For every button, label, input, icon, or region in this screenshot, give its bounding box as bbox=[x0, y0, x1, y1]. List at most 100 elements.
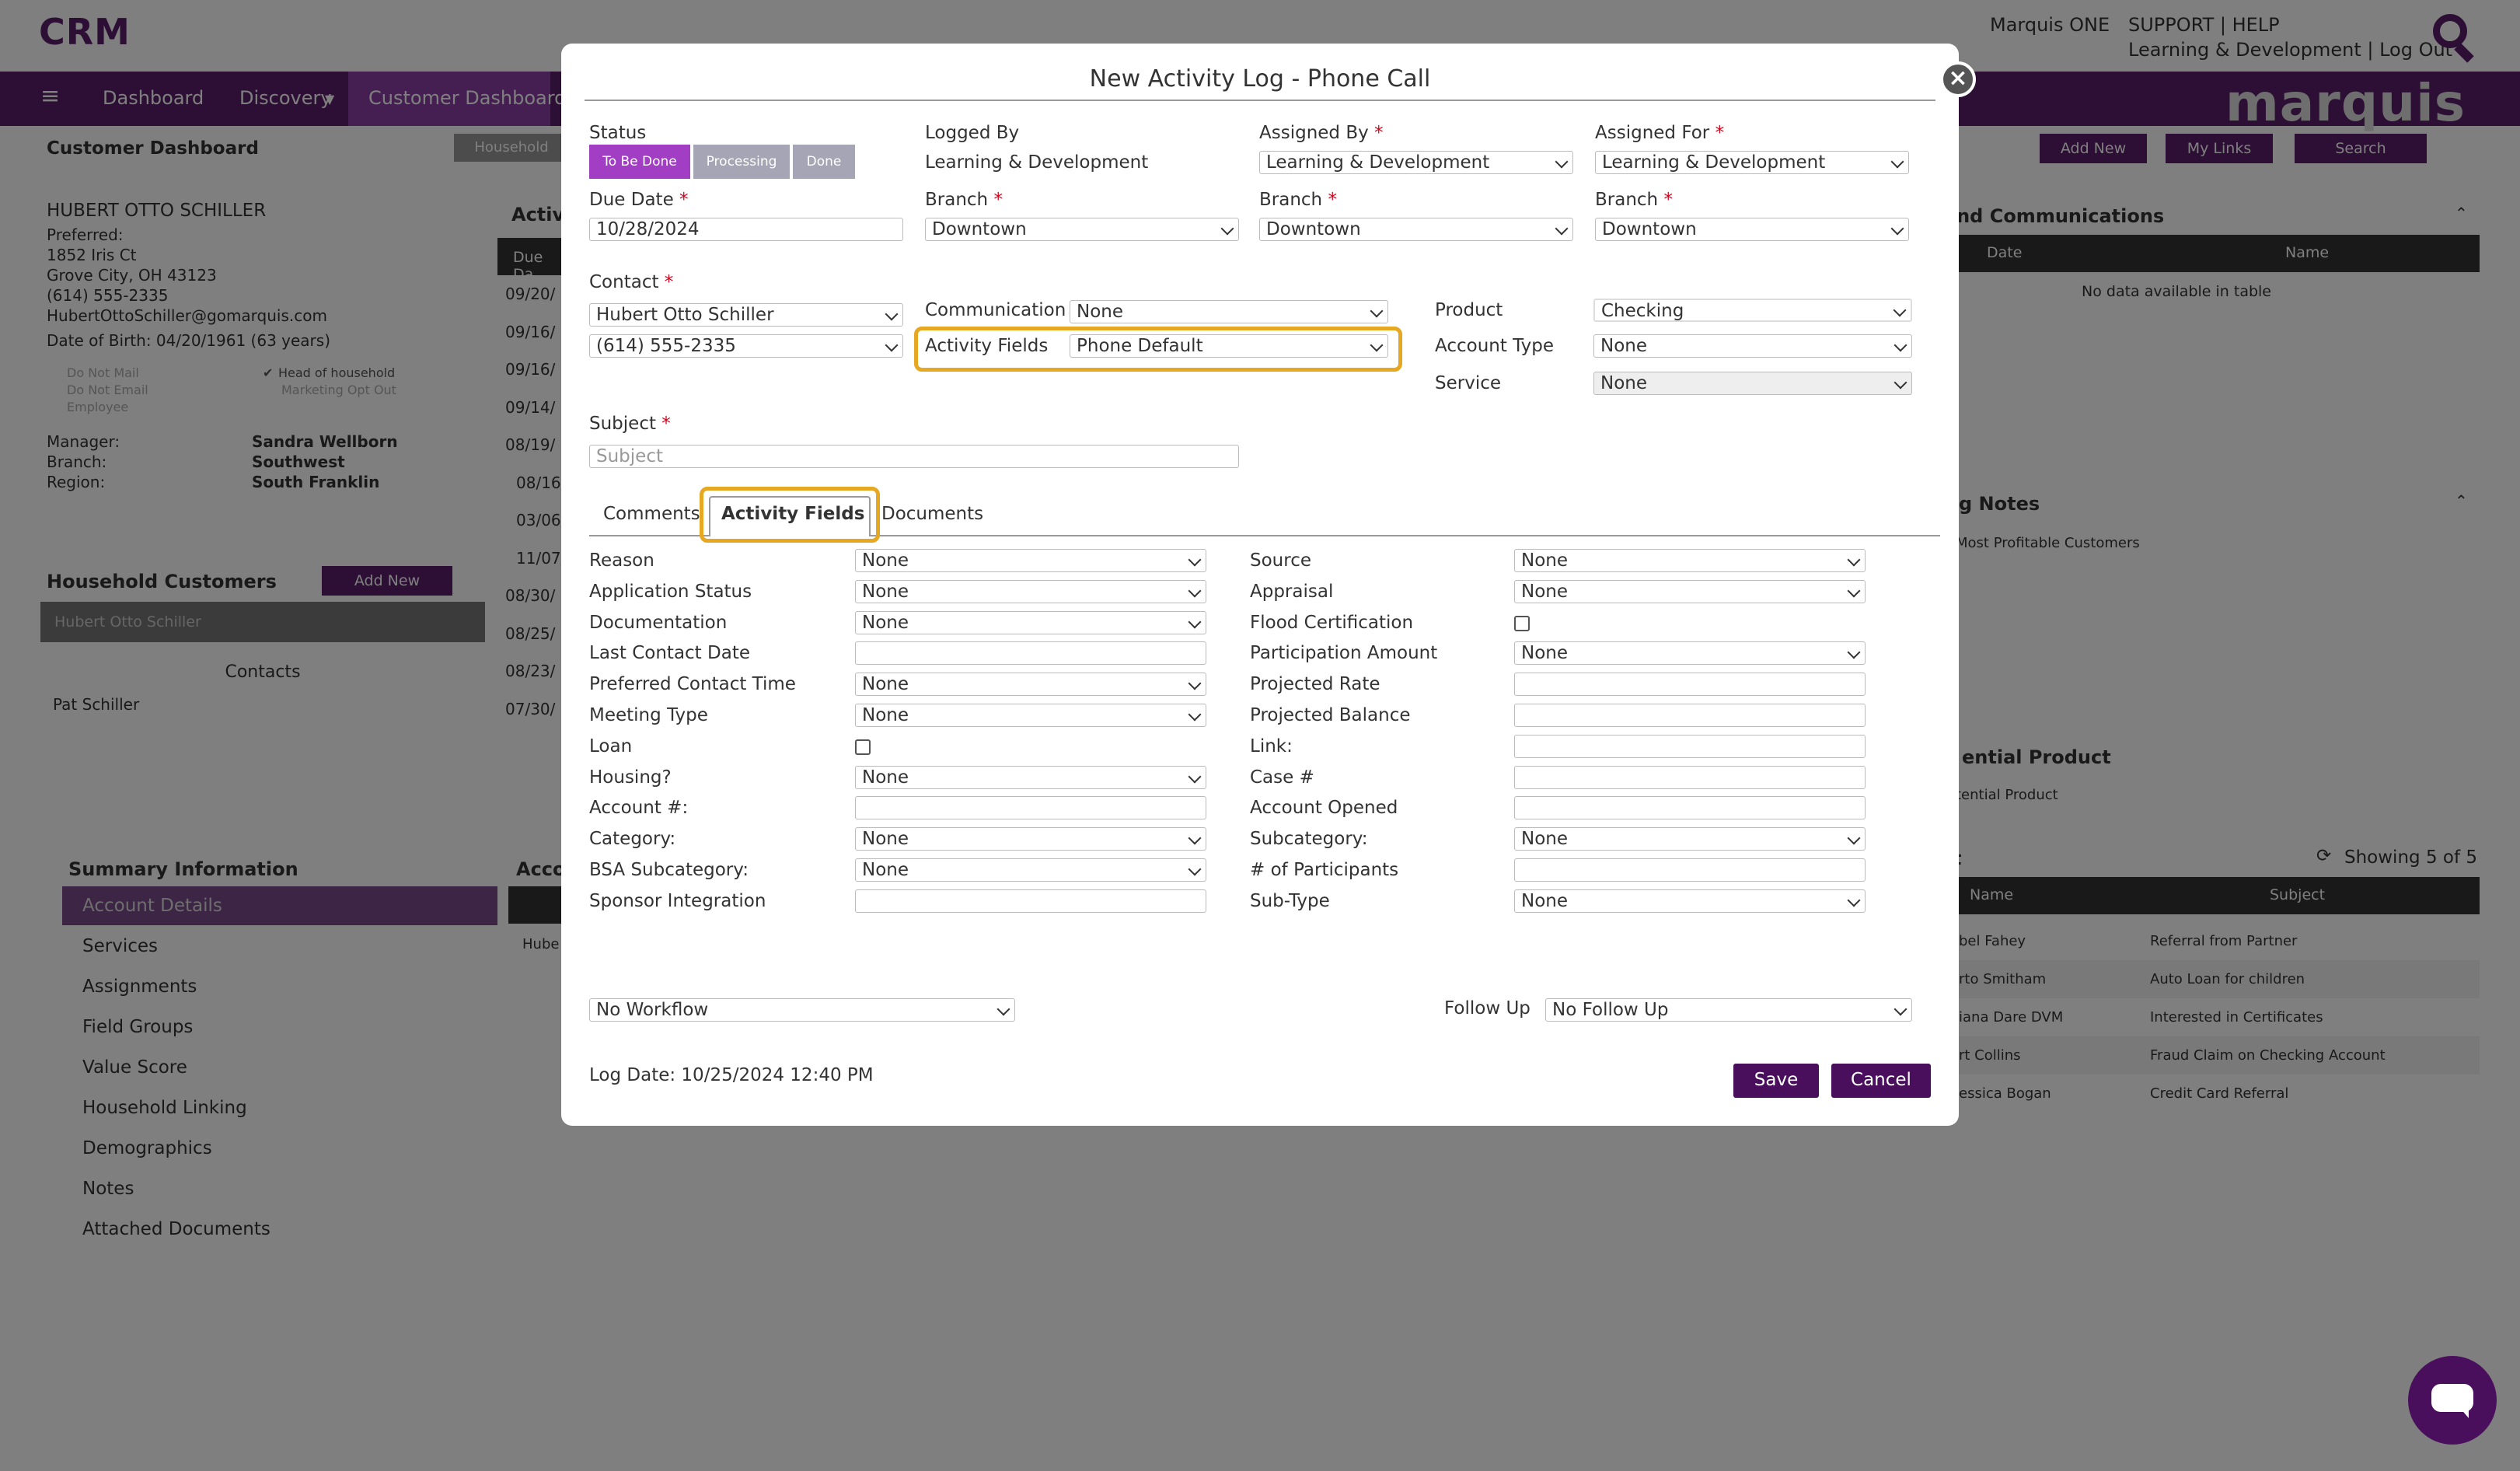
field-select[interactable]: None bbox=[855, 549, 1206, 572]
field-label: Reason bbox=[589, 550, 654, 571]
field-label: Projected Balance bbox=[1250, 705, 1411, 725]
activity-fields-select[interactable]: Phone Default bbox=[1070, 334, 1388, 358]
field-input[interactable] bbox=[1514, 673, 1866, 697]
field-select[interactable]: None bbox=[1514, 641, 1866, 666]
due-date-label: Due Date * bbox=[589, 190, 689, 210]
contact-select[interactable]: Hubert Otto Schiller bbox=[589, 303, 903, 327]
close-icon[interactable]: × bbox=[1940, 61, 1976, 97]
field-label: Documentation bbox=[589, 612, 728, 633]
field-input[interactable] bbox=[1514, 734, 1866, 758]
chevron-down-icon bbox=[1555, 222, 1569, 236]
field-label: Meeting Type bbox=[589, 705, 708, 725]
field-select[interactable]: None bbox=[1514, 549, 1866, 572]
field-label: Source bbox=[1250, 550, 1311, 571]
chevron-down-icon bbox=[1370, 338, 1384, 352]
chevron-down-icon bbox=[1555, 155, 1569, 169]
field-input[interactable] bbox=[1514, 796, 1866, 820]
chevron-down-icon bbox=[1890, 222, 1904, 236]
chevron-down-icon bbox=[1847, 584, 1861, 598]
cancel-button[interactable]: Cancel bbox=[1831, 1064, 1931, 1098]
field-select[interactable]: None bbox=[855, 673, 1206, 697]
branch-label: Branch * bbox=[1595, 190, 1673, 210]
field-checkbox[interactable] bbox=[855, 739, 871, 755]
due-date-input[interactable]: 10/28/2024 bbox=[589, 218, 903, 241]
field-select[interactable]: None bbox=[855, 858, 1206, 882]
chevron-down-icon bbox=[1188, 553, 1202, 567]
field-input[interactable] bbox=[1514, 704, 1866, 727]
chevron-down-icon bbox=[1893, 376, 1907, 390]
chevron-down-icon bbox=[996, 1002, 1010, 1016]
status-done-button[interactable]: Done bbox=[793, 145, 855, 179]
branch-label: Branch * bbox=[925, 190, 1003, 210]
assigned-by-branch-select[interactable]: Downtown bbox=[1259, 218, 1573, 241]
field-label: # of Participants bbox=[1250, 860, 1399, 880]
chevron-down-icon bbox=[1847, 553, 1861, 567]
field-label: Account Opened bbox=[1250, 798, 1398, 819]
product-select[interactable]: Checking bbox=[1593, 299, 1912, 322]
chevron-down-icon bbox=[1847, 893, 1861, 907]
field-input[interactable] bbox=[855, 889, 1206, 913]
field-input[interactable] bbox=[1514, 858, 1866, 882]
logged-by-label: Logged By bbox=[925, 123, 1020, 143]
title-divider bbox=[585, 100, 1935, 101]
product-label: Product bbox=[1435, 300, 1503, 320]
chevron-down-icon bbox=[1188, 615, 1202, 629]
chevron-down-icon bbox=[1893, 303, 1907, 317]
chevron-down-icon bbox=[1893, 1002, 1907, 1016]
modal-title: New Activity Log - Phone Call bbox=[1089, 65, 1431, 93]
activity-log-modal: New Activity Log - Phone Call Status To … bbox=[561, 44, 1959, 1126]
field-label: Subcategory: bbox=[1250, 829, 1368, 850]
chevron-down-icon bbox=[1890, 155, 1904, 169]
status-processing-button[interactable]: Processing bbox=[693, 145, 790, 179]
field-select[interactable]: None bbox=[1514, 889, 1866, 913]
assigned-by-select[interactable]: Learning & Development bbox=[1259, 151, 1573, 174]
subject-input[interactable]: Subject bbox=[589, 445, 1239, 468]
field-label: Sponsor Integration bbox=[589, 890, 766, 911]
field-input[interactable] bbox=[855, 641, 1206, 666]
chevron-down-icon bbox=[1847, 831, 1861, 845]
assigned-for-select[interactable]: Learning & Development bbox=[1595, 151, 1909, 174]
tab-activity-fields[interactable]: Activity Fields bbox=[721, 504, 864, 524]
workflow-select[interactable]: No Workflow bbox=[589, 998, 1015, 1022]
field-input[interactable] bbox=[855, 796, 1206, 820]
field-label: Loan bbox=[589, 736, 633, 756]
chat-button[interactable] bbox=[2408, 1356, 2497, 1445]
logged-by-branch-select[interactable]: Downtown bbox=[925, 218, 1239, 241]
field-label: Category: bbox=[589, 829, 676, 850]
logged-by-value: Learning & Development bbox=[925, 152, 1149, 173]
field-select[interactable]: None bbox=[855, 610, 1206, 634]
chevron-down-icon bbox=[1188, 584, 1202, 598]
field-select[interactable]: None bbox=[855, 579, 1206, 603]
contact-phone-select[interactable]: (614) 555-2335 bbox=[589, 334, 903, 358]
tab-documents[interactable]: Documents bbox=[881, 504, 983, 524]
status-label: Status bbox=[589, 123, 647, 143]
contact-label: Contact * bbox=[589, 272, 674, 292]
follow-up-select[interactable]: No Follow Up bbox=[1545, 998, 1912, 1022]
field-select[interactable]: None bbox=[1514, 827, 1866, 851]
field-label: Appraisal bbox=[1250, 581, 1334, 602]
field-checkbox[interactable] bbox=[1514, 615, 1530, 631]
service-label: Service bbox=[1435, 373, 1502, 393]
account-type-select[interactable]: None bbox=[1593, 334, 1912, 358]
field-select[interactable]: None bbox=[1514, 579, 1866, 603]
field-label: Last Contact Date bbox=[589, 643, 750, 664]
field-select[interactable]: None bbox=[855, 704, 1206, 727]
field-select[interactable]: None bbox=[855, 827, 1206, 851]
log-date: Log Date: 10/25/2024 12:40 PM bbox=[589, 1065, 874, 1085]
follow-up-label: Follow Up bbox=[1444, 998, 1530, 1019]
tab-comments[interactable]: Comments bbox=[603, 504, 700, 524]
assigned-for-branch-select[interactable]: Downtown bbox=[1595, 218, 1909, 241]
field-label: Application Status bbox=[589, 581, 752, 602]
status-to-be-done-button[interactable]: To Be Done bbox=[589, 145, 690, 179]
communication-label: Communication bbox=[925, 300, 1066, 320]
field-select[interactable]: None bbox=[855, 765, 1206, 789]
communication-select[interactable]: None bbox=[1070, 300, 1388, 323]
field-input[interactable] bbox=[1514, 765, 1866, 789]
chevron-down-icon bbox=[1188, 862, 1202, 876]
chevron-down-icon bbox=[1188, 708, 1202, 722]
save-button[interactable]: Save bbox=[1733, 1064, 1819, 1098]
field-label: Account #: bbox=[589, 798, 689, 819]
service-select[interactable]: None bbox=[1593, 372, 1912, 395]
chevron-down-icon bbox=[885, 307, 899, 321]
subject-label: Subject * bbox=[589, 414, 671, 434]
